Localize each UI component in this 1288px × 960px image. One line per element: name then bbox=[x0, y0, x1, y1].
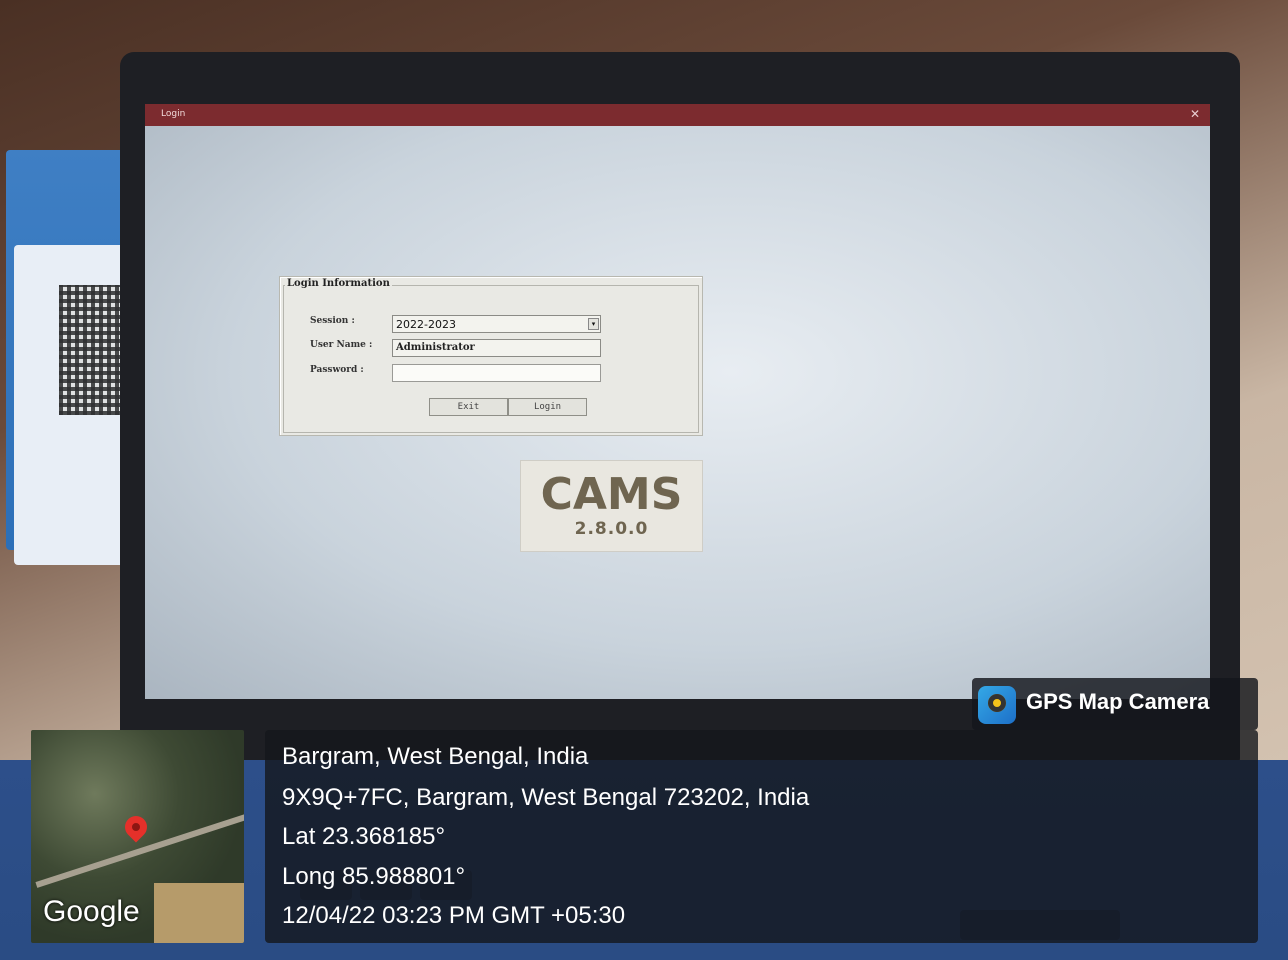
app-logo: CAMS 2.8.0.0 bbox=[520, 460, 703, 552]
session-select[interactable]: 2022-2023 ▾ bbox=[392, 315, 601, 333]
map-pin-icon bbox=[120, 811, 152, 843]
bhim-upi-standee bbox=[6, 150, 136, 565]
map-field bbox=[154, 883, 244, 943]
map-thumbnail: Google bbox=[31, 730, 244, 943]
login-button[interactable]: Login bbox=[508, 398, 587, 416]
session-label: Session : bbox=[310, 316, 355, 326]
session-value: 2022-2023 bbox=[396, 318, 456, 331]
app-version: 2.8.0.0 bbox=[574, 519, 649, 539]
google-logo: Google bbox=[43, 895, 140, 928]
app-name: CAMS bbox=[540, 469, 683, 520]
group-title: Login Information bbox=[285, 278, 392, 289]
datetime: 12/04/22 03:23 PM GMT +05:30 bbox=[282, 902, 626, 929]
username-field[interactable]: Administrator bbox=[392, 339, 601, 357]
longitude: Long 85.988801° bbox=[282, 863, 466, 890]
latitude: Lat 23.368185° bbox=[282, 823, 446, 850]
address: 9X9Q+7FC, Bargram, West Bengal 723202, I… bbox=[282, 784, 810, 811]
window-titlebar: Login ✕ bbox=[145, 104, 1210, 126]
chevron-down-icon[interactable]: ▾ bbox=[588, 318, 599, 330]
place-name: Bargram, West Bengal, India bbox=[282, 743, 589, 770]
password-label: Password : bbox=[310, 365, 364, 375]
gps-camera-tag: GPS Map Camera bbox=[972, 678, 1258, 730]
close-icon[interactable]: ✕ bbox=[1190, 107, 1200, 121]
exit-button[interactable]: Exit bbox=[429, 398, 508, 416]
window-title: Login bbox=[161, 109, 186, 119]
username-label: User Name : bbox=[310, 340, 373, 350]
location-info: Bargram, West Bengal, India 9X9Q+7FC, Ba… bbox=[265, 730, 1258, 943]
qr-code bbox=[14, 245, 129, 565]
password-field[interactable] bbox=[392, 364, 601, 382]
gps-camera-brand: GPS Map Camera bbox=[1026, 689, 1210, 714]
gps-camera-icon bbox=[978, 686, 1016, 724]
login-information-group: Login Information Session : 2022-2023 ▾ … bbox=[279, 276, 703, 436]
